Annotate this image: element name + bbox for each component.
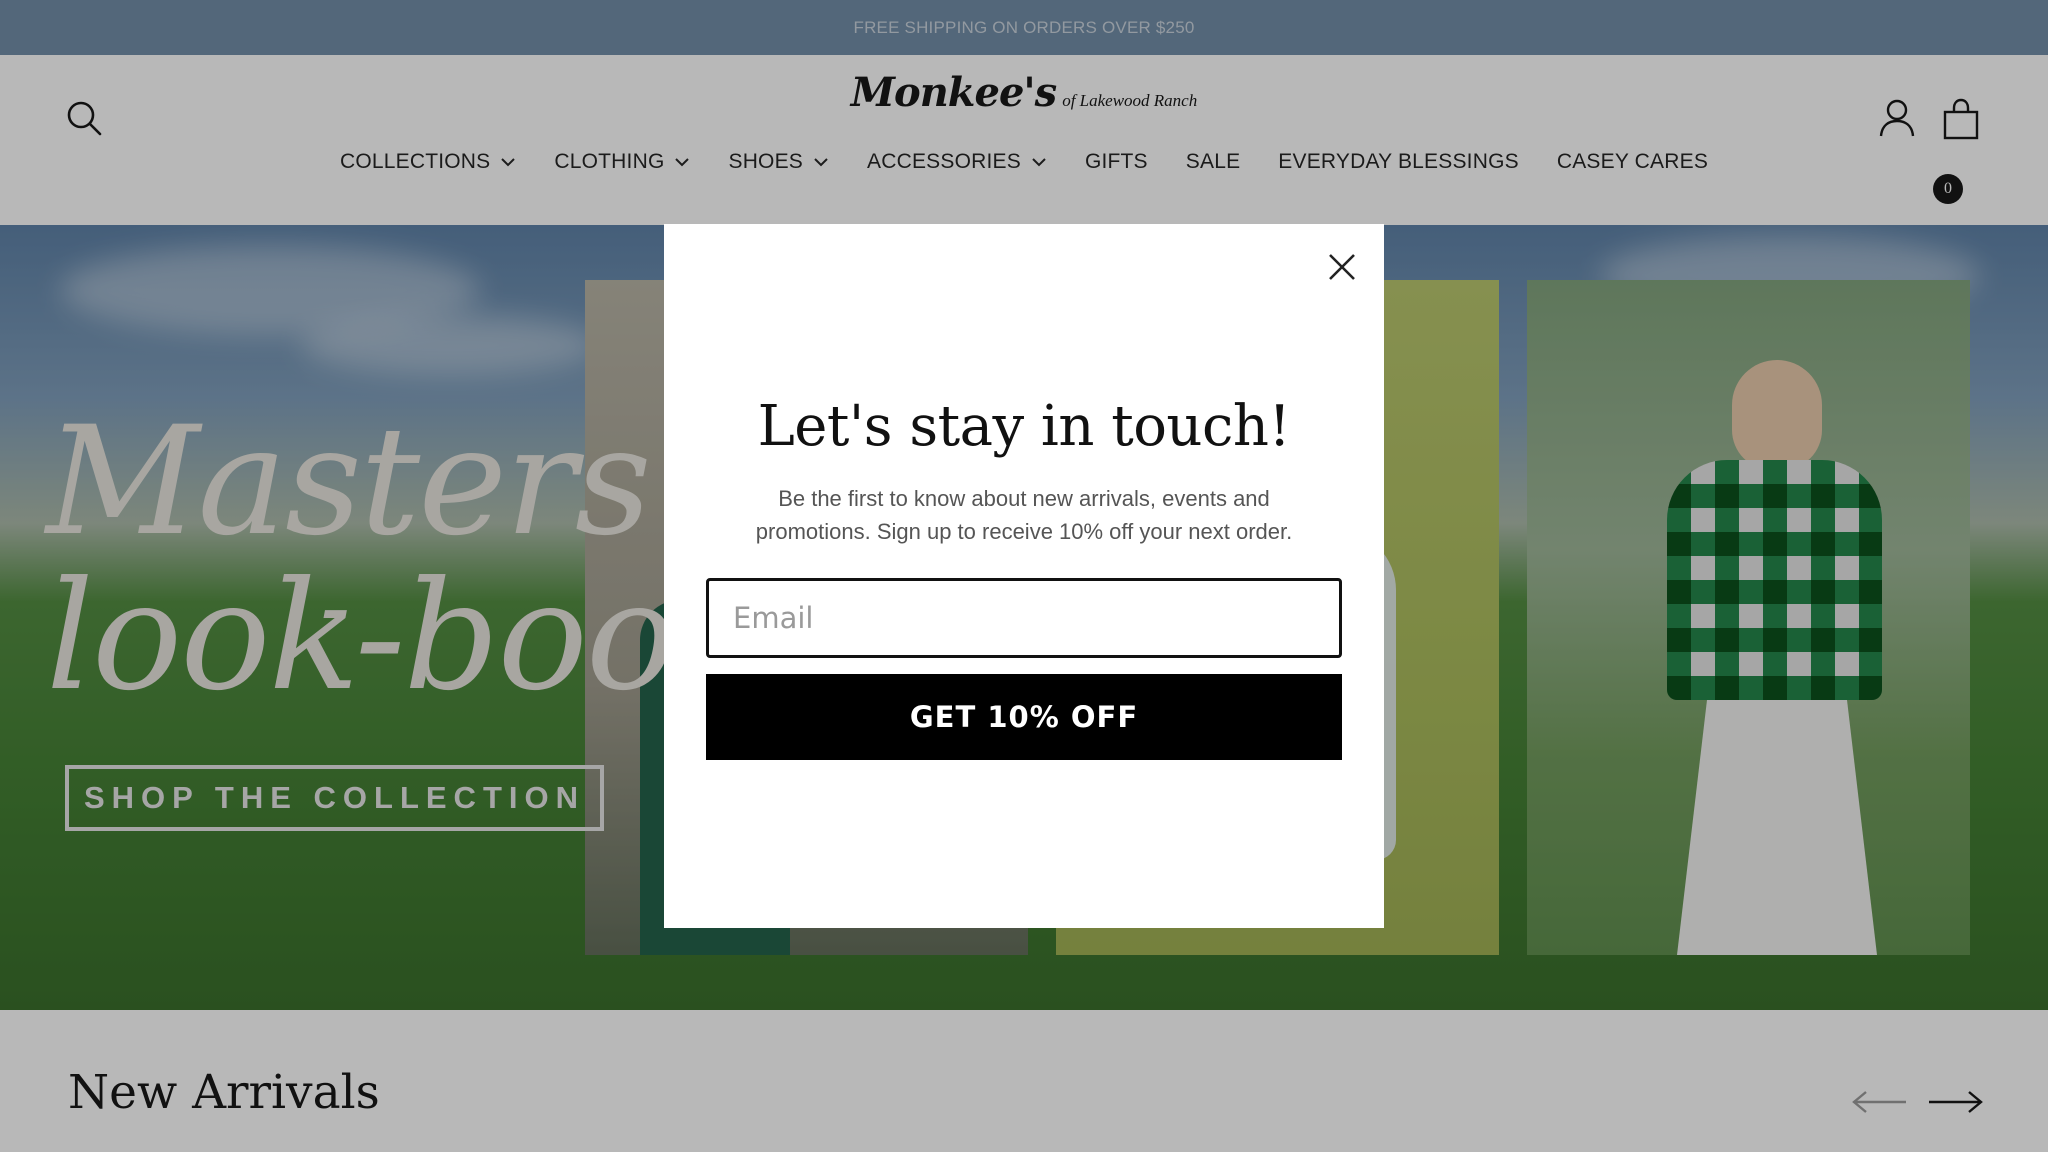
modal-title: Let's stay in touch! (757, 394, 1291, 459)
newsletter-modal: Let's stay in touch! Be the first to kno… (664, 224, 1384, 928)
email-field[interactable] (706, 578, 1342, 658)
modal-description: Be the first to know about new arrivals,… (755, 486, 1293, 544)
close-icon (1329, 254, 1355, 280)
modal-close-button[interactable] (1319, 244, 1365, 290)
get-discount-button[interactable]: GET 10% OFF (706, 674, 1342, 760)
